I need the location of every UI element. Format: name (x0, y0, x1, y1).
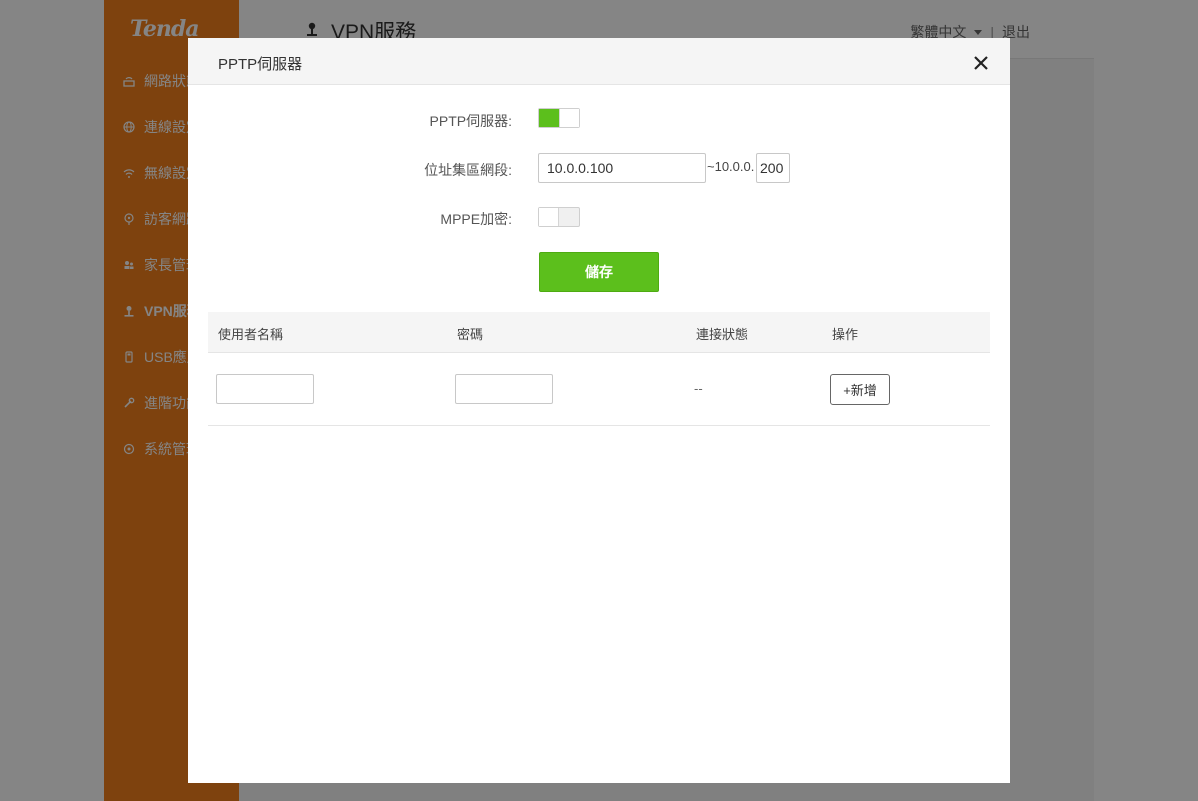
column-username: 使用者名稱 (218, 327, 284, 342)
mppe-toggle[interactable] (538, 207, 580, 227)
table-header: 使用者名稱 密碼 連接狀態 操作 (208, 312, 990, 353)
pptp-server-dialog: PPTP伺服器 PPTP伺服器: 位址集區網段: ~10.0.0. MPPE加密… (188, 38, 1010, 783)
close-icon[interactable] (972, 54, 990, 72)
user-table: 使用者名稱 密碼 連接狀態 操作 -- +新增 (208, 312, 990, 426)
address-pool-start-input[interactable] (538, 153, 706, 183)
toggle-knob (539, 208, 559, 226)
address-pool-end-input[interactable] (756, 153, 790, 183)
pptp-server-toggle[interactable] (538, 108, 580, 128)
table-row: -- +新增 (208, 353, 990, 426)
column-password: 密碼 (457, 327, 484, 342)
password-input[interactable] (455, 374, 553, 404)
toggle-fill (539, 109, 559, 127)
connection-status: -- (694, 381, 703, 396)
column-status: 連接狀態 (696, 327, 749, 342)
column-action: 操作 (832, 327, 859, 342)
address-pool-label: 位址集區網段: (424, 162, 512, 178)
pptp-server-label: PPTP伺服器: (429, 113, 512, 129)
add-user-button[interactable]: +新增 (830, 374, 890, 405)
mppe-label: MPPE加密: (440, 211, 512, 227)
toggle-knob (559, 109, 579, 127)
mppe-row: MPPE加密: (188, 207, 1010, 237)
address-pool-row: 位址集區網段: ~10.0.0. (188, 153, 1010, 183)
save-button[interactable]: 儲存 (539, 252, 659, 292)
pptp-server-row: PPTP伺服器: (188, 108, 1010, 138)
username-input[interactable] (216, 374, 314, 404)
dialog-title: PPTP伺服器 (218, 56, 303, 73)
address-pool-end-prefix: ~10.0.0. (707, 159, 755, 174)
dialog-header: PPTP伺服器 (188, 38, 1010, 85)
